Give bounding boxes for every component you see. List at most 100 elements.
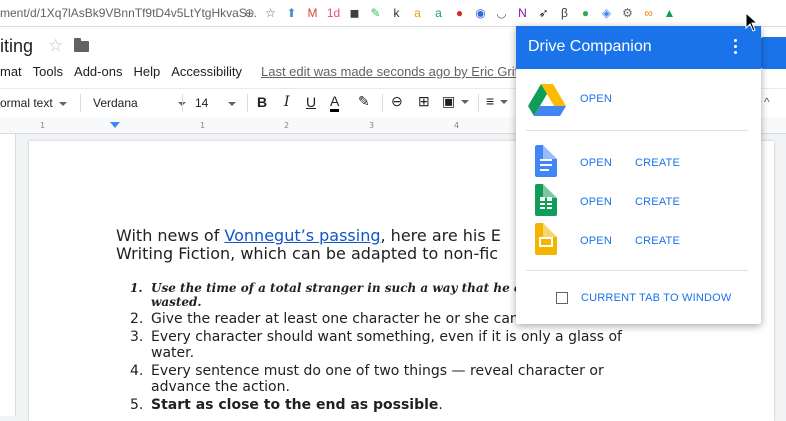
insert-image-icon[interactable]: ▣ (442, 93, 470, 110)
svg-text:2: 2 (284, 121, 289, 130)
home-icon[interactable]: ⬆ (282, 4, 301, 23)
k-icon[interactable]: k (387, 4, 406, 23)
infinity-icon[interactable]: ∞ (639, 4, 658, 23)
style-select[interactable]: ormal text (0, 96, 67, 110)
text-color-icon[interactable]: A (330, 93, 340, 112)
sheets-open-button[interactable]: OPEN (580, 196, 612, 208)
shield-icon[interactable]: ◈ (597, 4, 616, 23)
list-item-text: Use the time of a total stranger in such… (151, 281, 571, 295)
drive-row: OPEN (516, 84, 761, 124)
font-size-select[interactable]: 14 (195, 96, 237, 110)
address-bar[interactable]: ment/d/1Xq7lAsBk9VBnnTf9tD4v5LtYtgHkvaS.… (0, 6, 257, 20)
calendar-icon[interactable]: 1d (324, 4, 343, 23)
underline-icon[interactable]: U (306, 94, 316, 110)
a-icon[interactable]: a (429, 4, 448, 23)
lastpass-icon[interactable]: ● (450, 4, 469, 23)
svg-text:4: 4 (454, 121, 459, 130)
font-size-value: 14 (195, 96, 209, 110)
list-item-text: Every character should want something, e… (151, 329, 622, 361)
chevron-down-icon (461, 100, 470, 105)
list-item: 3. Every character should want something,… (126, 329, 646, 361)
bold-icon[interactable]: B (257, 94, 267, 110)
green-drop-icon[interactable]: ● (576, 4, 595, 23)
italic-icon[interactable]: I (284, 94, 290, 110)
outline-gutter (0, 134, 16, 416)
more-options-icon[interactable] (734, 39, 738, 55)
slides-create-button[interactable]: CREATE (635, 235, 680, 247)
list-number: 1. (130, 281, 143, 295)
intro-line-1: With news of Vonnegut’s passing, here ar… (116, 227, 501, 245)
current-tab-row[interactable]: CURRENT TAB TO WINDOW (516, 292, 761, 310)
list-item-text: Every sentence must do one of two things… (151, 363, 604, 395)
star-icon[interactable]: ☆ (48, 36, 63, 56)
popup-title: Drive Companion (528, 38, 652, 55)
extension-icons: ⊕ ☆ ⬆ M 1d ◼ ✎ k a a ● ◉ ◡ N ➶ β ● ◈ ⚙ ∞ ▲ (240, 3, 679, 23)
collapse-toolbar-icon[interactable]: ^ (764, 95, 770, 109)
sheets-create-button[interactable]: CREATE (635, 196, 680, 208)
chevron-down-icon (228, 101, 237, 106)
google-docs-icon (535, 145, 557, 177)
toolbar-divider (382, 94, 383, 112)
docs-open-button[interactable]: OPEN (580, 157, 612, 169)
drive-companion-popup: Drive Companion OPEN OPEN CREATE OPEN CR… (516, 26, 761, 324)
intro-paragraph: With news of Vonnegut’s passing, here ar… (116, 227, 501, 263)
evernote-icon[interactable]: ✎ (366, 4, 385, 23)
share-button[interactable] (760, 37, 786, 69)
toolbar-divider (80, 94, 81, 112)
toolbar-divider (247, 94, 248, 112)
drive-open-button[interactable]: OPEN (580, 93, 612, 105)
google-slides-icon (535, 223, 557, 255)
mouse-cursor-icon (745, 12, 759, 32)
list-item: 4. Every sentence must do one of two thin… (126, 363, 646, 395)
folder-icon[interactable] (74, 38, 89, 52)
docs-create-button[interactable]: CREATE (635, 157, 680, 169)
pocket-icon[interactable]: ◡ (492, 4, 511, 23)
slides-open-button[interactable]: OPEN (580, 235, 612, 247)
font-select[interactable]: Verdana (93, 96, 186, 110)
gmail-icon[interactable]: M (303, 4, 322, 23)
menu-tools[interactable]: Tools (33, 64, 63, 79)
onenote-icon[interactable]: N (513, 4, 532, 23)
vonnegut-link[interactable]: Vonnegut’s passing (224, 226, 380, 245)
indent-marker[interactable] (110, 122, 120, 128)
camera-icon[interactable]: ◼ (345, 4, 364, 23)
google-drive-icon (528, 84, 566, 116)
insert-comment-icon[interactable]: ⊞ (418, 93, 430, 110)
settings-icon[interactable]: ⚙ (618, 4, 637, 23)
list-number: 2. (130, 311, 144, 327)
chevron-down-icon (500, 100, 509, 105)
current-tab-to-window-button[interactable]: CURRENT TAB TO WINDOW (581, 292, 731, 304)
link-icon[interactable]: ◉ (471, 4, 490, 23)
drive-companion-icon[interactable]: ▲ (660, 4, 679, 23)
menu-format[interactable]: mat (0, 64, 22, 79)
svg-text:1: 1 (40, 121, 45, 130)
divider (526, 130, 748, 131)
menu-help[interactable]: Help (133, 64, 160, 79)
list-item-text: wasted. (151, 295, 202, 309)
last-edit-link[interactable]: Last edit was made seconds ago by Eric G… (261, 64, 522, 79)
menu-addons[interactable]: Add-ons (74, 64, 122, 79)
divider (526, 270, 748, 271)
highlight-pen-icon[interactable]: ✎ (358, 93, 370, 110)
beta-icon[interactable]: β (555, 4, 574, 23)
bookmark-star-icon[interactable]: ☆ (261, 4, 280, 23)
list-item-text: . (438, 397, 443, 413)
list-item-text: Start as close to the end as possible (151, 397, 439, 413)
zoom-icon[interactable]: ⊕ (240, 4, 259, 23)
style-select-value: ormal text (0, 96, 53, 110)
document-title[interactable]: iting (0, 36, 33, 57)
align-left-icon[interactable]: ≡ (486, 93, 509, 109)
amazon-icon[interactable]: a (408, 4, 427, 23)
google-sheets-icon (535, 184, 557, 216)
list-item-text: Give the reader at least one character h… (151, 311, 579, 327)
sheets-row: OPEN CREATE (516, 184, 761, 224)
intro-text: With news of (116, 226, 225, 245)
insert-link-icon[interactable]: ⊖ (391, 93, 403, 110)
list-number: 4. (130, 363, 144, 379)
browser-toolbar: ment/d/1Xq7lAsBk9VBnnTf9tD4v5LtYtgHkvaS.… (0, 0, 786, 27)
menu-bar: mat Tools Add-ons Help Accessibility Las… (0, 64, 522, 79)
menu-accessibility[interactable]: Accessibility (171, 64, 242, 79)
font-select-value: Verdana (93, 96, 138, 110)
chevron-down-icon (58, 101, 67, 106)
rocket-icon[interactable]: ➶ (534, 4, 553, 23)
